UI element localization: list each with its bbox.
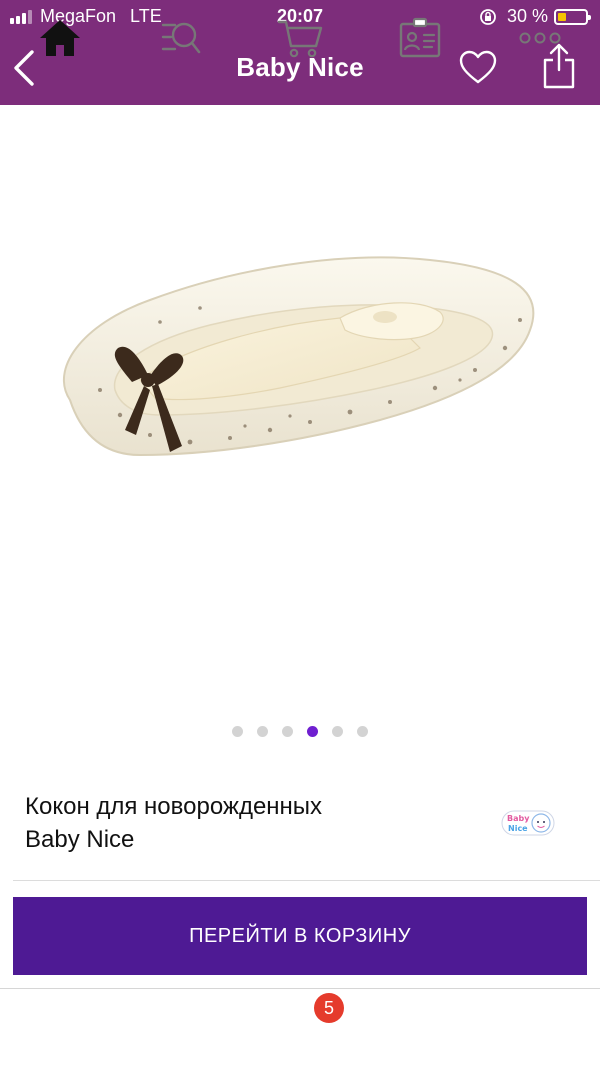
home-icon [40,20,80,56]
tab-profile[interactable] [390,8,450,68]
tab-cart[interactable] [270,8,330,68]
svg-text:Nice: Nice [508,824,528,833]
heart-icon[interactable] [458,48,498,88]
brand-logo-baby-nice[interactable]: Baby Nice [501,806,555,840]
gallery-dot[interactable] [307,726,318,737]
product-title-line-2: Baby Nice [25,826,135,853]
cart-count-badge: 5 [314,993,344,1023]
more-icon [519,32,561,44]
catalog-search-icon [161,22,201,54]
gallery-dot[interactable] [357,726,368,737]
tab-home[interactable] [30,8,90,68]
product-title: Кокон для новорожденных Baby Nice [25,790,465,856]
gallery-dot[interactable] [257,726,268,737]
gallery-dot[interactable] [232,726,243,737]
product-image-baby-cocoon [63,256,535,457]
svg-text:Baby: Baby [507,814,530,823]
profile-card-icon [399,17,441,58]
tab-more[interactable] [510,8,570,68]
gallery-dot[interactable] [332,726,343,737]
gallery-pagination [0,726,600,742]
product-title-line-1: Кокон для новорожденных [25,793,323,820]
tab-bar [0,988,600,1066]
product-gallery[interactable] [0,105,600,715]
go-to-cart-button[interactable]: ПЕРЕЙТИ В КОРЗИНУ [13,897,587,975]
gallery-dot[interactable] [282,726,293,737]
rotation-lock-icon [480,8,496,25]
tab-catalog-search[interactable] [150,8,210,68]
cart-icon [277,20,323,58]
divider [13,880,600,881]
